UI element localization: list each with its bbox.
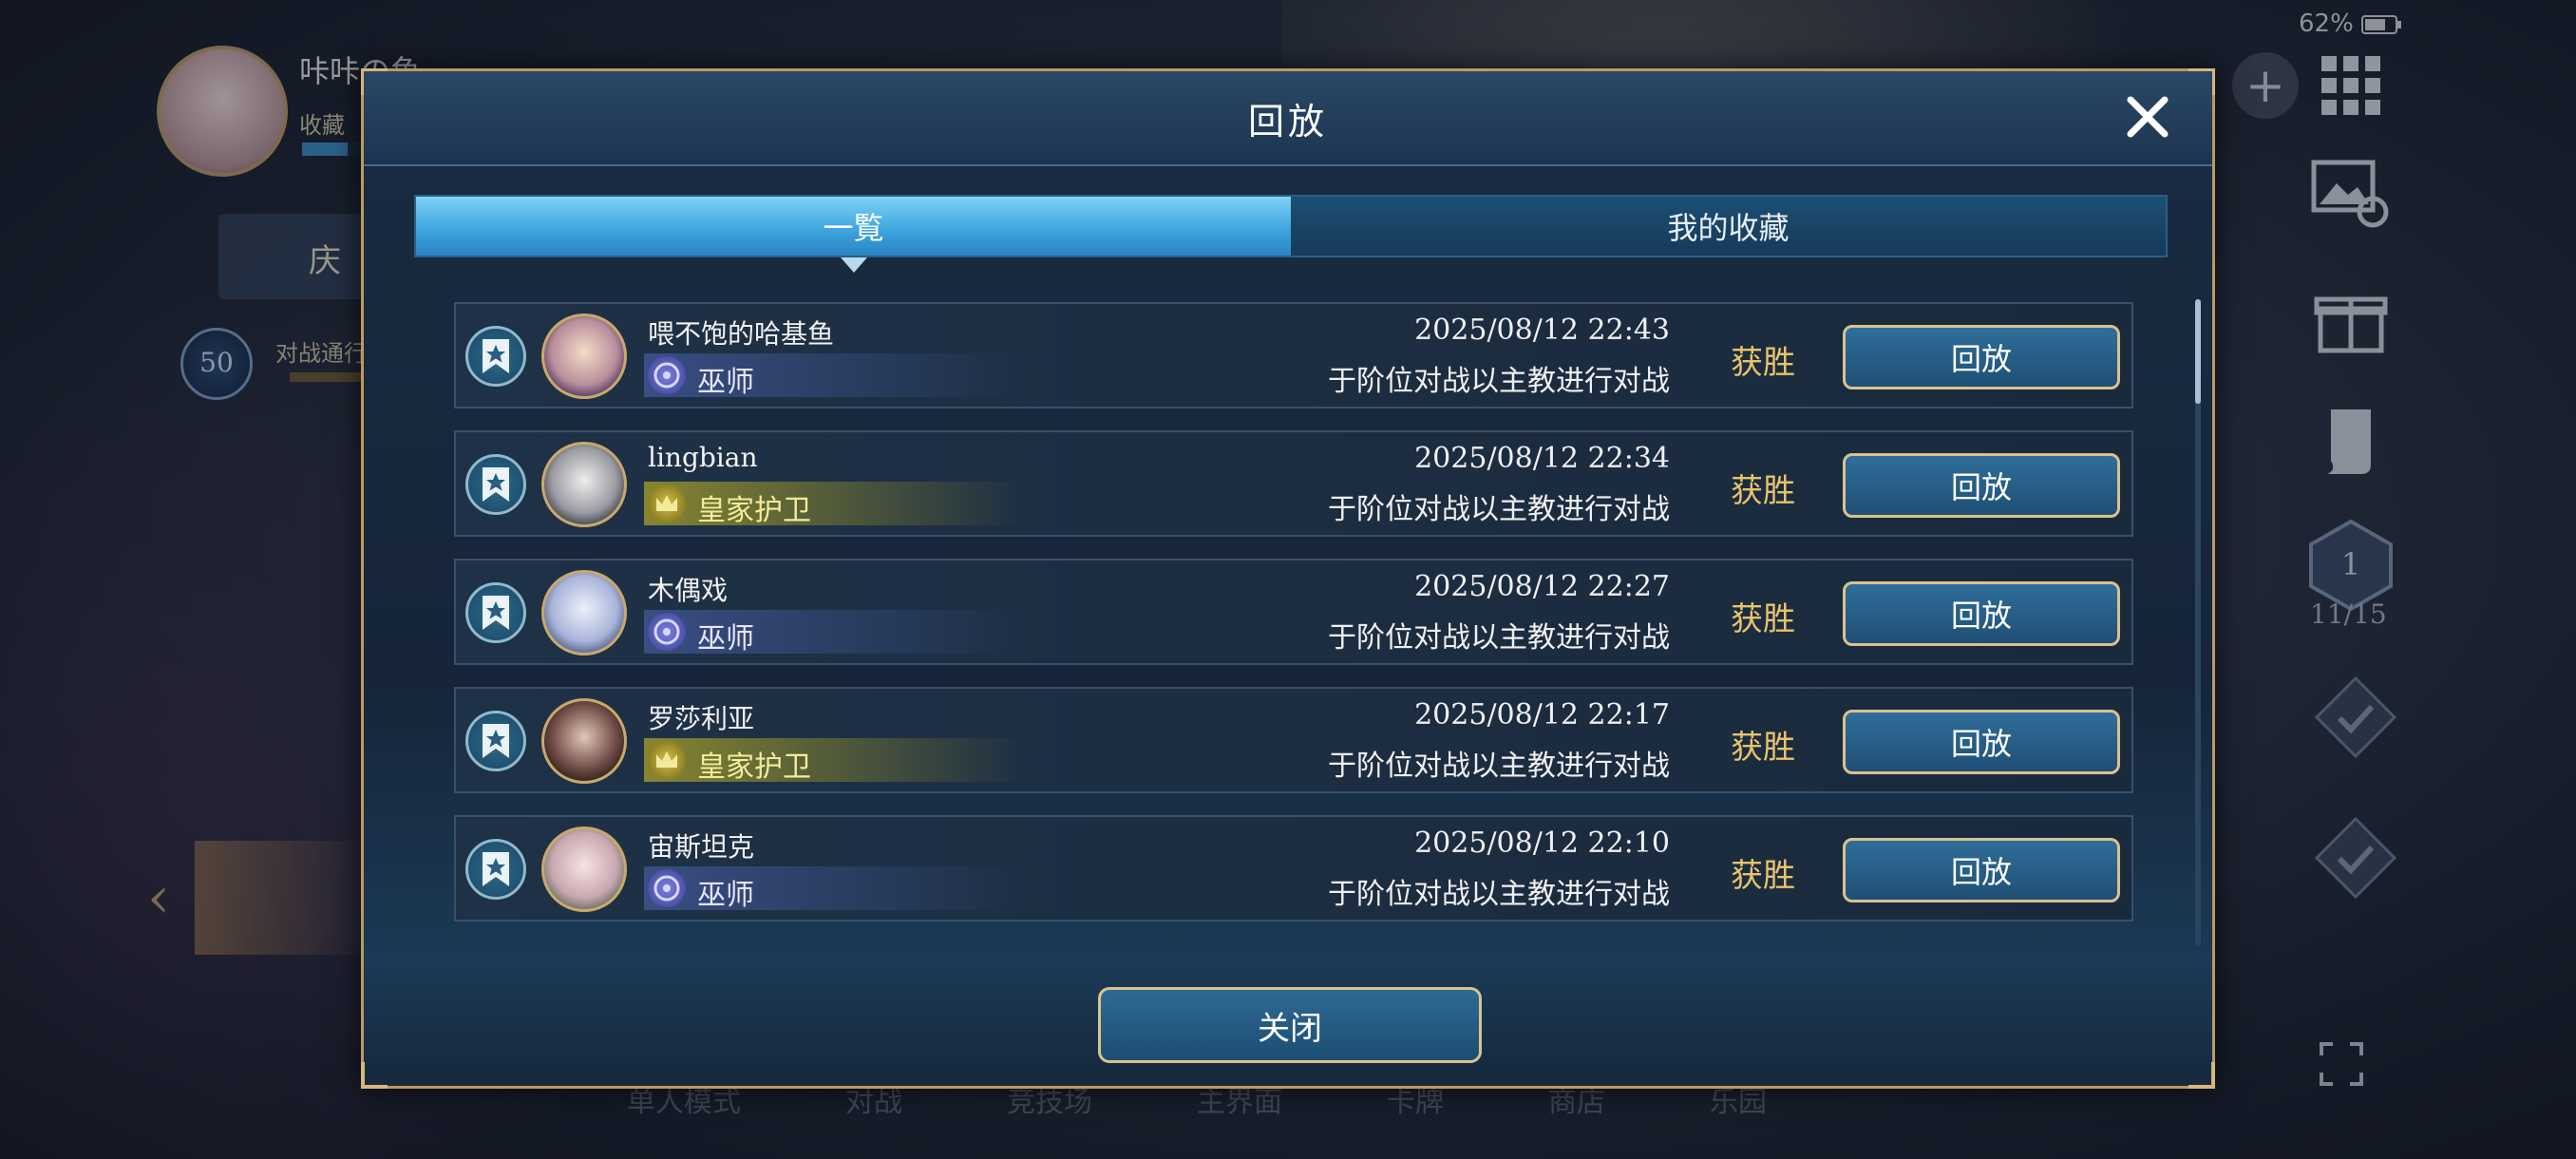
match-mode: 于阶位对战以主教进行对战 xyxy=(1328,365,1670,398)
replay-row: lingbian 皇家护卫 2025/08/12 22:34 于阶位对战以主教进… xyxy=(454,430,2133,537)
bookmark-star-button[interactable] xyxy=(465,326,526,387)
opponent-avatar xyxy=(541,826,627,912)
wizard-class-icon xyxy=(648,869,686,907)
replay-button[interactable]: 回放 xyxy=(1843,710,2120,774)
replay-row: 木偶戏 巫师 2025/08/12 22:27 于阶位对战以主教进行对战 获胜 … xyxy=(454,559,2133,665)
class-strip: 巫师 xyxy=(644,610,1024,656)
match-mode: 于阶位对战以主教进行对战 xyxy=(1328,493,1670,526)
opponent-avatar xyxy=(541,570,627,656)
match-result: 获胜 xyxy=(1731,857,1795,895)
dialog-title: 回放 xyxy=(1247,100,1328,142)
match-result: 获胜 xyxy=(1731,472,1795,510)
tab-overview-label: 一覧 xyxy=(823,210,884,246)
match-time: 2025/08/12 22:43 xyxy=(1414,314,1670,347)
class-strip: 巫师 xyxy=(644,353,1024,399)
close-button[interactable]: 关闭 xyxy=(1098,987,1482,1063)
replay-tabs: 一覧 我的收藏 xyxy=(414,195,2168,273)
bookmark-star-icon xyxy=(483,852,509,886)
bookmark-star-button[interactable] xyxy=(465,582,526,643)
match-time: 2025/08/12 22:10 xyxy=(1414,826,1670,860)
opponent-avatar xyxy=(541,442,627,527)
opponent-class: 巫师 xyxy=(697,366,754,399)
replay-row: 宙斯坦克 巫师 2025/08/12 22:10 于阶位对战以主教进行对战 获胜… xyxy=(454,815,2133,922)
opponent-avatar xyxy=(541,314,627,399)
match-mode: 于阶位对战以主教进行对战 xyxy=(1328,750,1670,783)
replay-button[interactable]: 回放 xyxy=(1843,453,2120,518)
opponent-class: 皇家护卫 xyxy=(697,750,811,784)
dialog-header: 回放 xyxy=(364,71,2212,166)
tab-favorites-label: 我的收藏 xyxy=(1667,210,1790,246)
scrollbar-thumb[interactable] xyxy=(2195,299,2201,404)
bookmark-star-button[interactable] xyxy=(465,454,526,515)
bookmark-star-icon xyxy=(483,467,509,502)
replay-button[interactable]: 回放 xyxy=(1843,838,2120,902)
replay-button[interactable]: 回放 xyxy=(1843,325,2120,390)
bookmark-star-icon xyxy=(483,724,509,758)
match-time: 2025/08/12 22:17 xyxy=(1414,698,1670,732)
replay-list: 喂不饱的哈基鱼 巫师 2025/08/12 22:43 于阶位对战以主教进行对战… xyxy=(454,302,2135,943)
list-scrollbar[interactable] xyxy=(2195,299,2201,945)
opponent-name: 宙斯坦克 xyxy=(648,831,755,863)
tab-favorites[interactable]: 我的收藏 xyxy=(1291,197,2166,256)
match-result: 获胜 xyxy=(1731,344,1795,382)
match-mode: 于阶位对战以主教进行对战 xyxy=(1328,621,1670,655)
match-time: 2025/08/12 22:27 xyxy=(1414,570,1670,603)
replay-button[interactable]: 回放 xyxy=(1843,581,2120,646)
opponent-class: 巫师 xyxy=(697,879,754,912)
opponent-name: lingbian xyxy=(648,442,758,473)
bookmark-star-icon xyxy=(483,596,509,630)
bookmark-star-icon xyxy=(483,339,509,373)
replay-button-label: 回放 xyxy=(1950,726,2012,762)
match-time: 2025/08/12 22:34 xyxy=(1414,442,1670,475)
replay-button-label: 回放 xyxy=(1950,598,2012,634)
opponent-name: 木偶戏 xyxy=(648,575,729,606)
close-button-label: 关闭 xyxy=(1258,1009,1322,1048)
opponent-avatar xyxy=(541,698,627,784)
match-mode: 于阶位对战以主教进行对战 xyxy=(1328,878,1670,911)
crown-class-icon xyxy=(648,484,686,522)
bookmark-star-button[interactable] xyxy=(465,711,526,771)
close-icon[interactable] xyxy=(2121,90,2174,143)
replay-button-label: 回放 xyxy=(1950,341,2012,377)
wizard-class-icon xyxy=(648,613,686,651)
replay-dialog: 回放 一覧 我的收藏 喂不饱的哈基鱼 巫师 2025/08/12 22:43 于… xyxy=(361,68,2215,1089)
replay-row: 罗莎利亚 皇家护卫 2025/08/12 22:17 于阶位对战以主教进行对战 … xyxy=(454,687,2133,793)
opponent-class: 皇家护卫 xyxy=(697,494,811,527)
crown-class-icon xyxy=(648,741,686,779)
match-result: 获胜 xyxy=(1731,729,1795,767)
opponent-name: 罗莎利亚 xyxy=(648,703,755,734)
corner-ornament xyxy=(2188,1062,2215,1089)
tab-active-indicator xyxy=(840,257,867,273)
wizard-class-icon xyxy=(648,356,686,394)
match-result: 获胜 xyxy=(1731,600,1795,638)
opponent-name: 喂不饱的哈基鱼 xyxy=(648,318,835,350)
bookmark-star-button[interactable] xyxy=(465,839,526,900)
class-strip: 皇家护卫 xyxy=(644,482,1024,527)
replay-button-label: 回放 xyxy=(1950,469,2012,505)
tab-overview[interactable]: 一覧 xyxy=(416,197,1291,273)
corner-ornament xyxy=(361,1062,388,1089)
replay-row: 喂不饱的哈基鱼 巫师 2025/08/12 22:43 于阶位对战以主教进行对战… xyxy=(454,302,2133,408)
class-strip: 巫师 xyxy=(644,866,1024,912)
replay-button-label: 回放 xyxy=(1950,854,2012,890)
class-strip: 皇家护卫 xyxy=(644,738,1024,784)
opponent-class: 巫师 xyxy=(697,622,754,656)
